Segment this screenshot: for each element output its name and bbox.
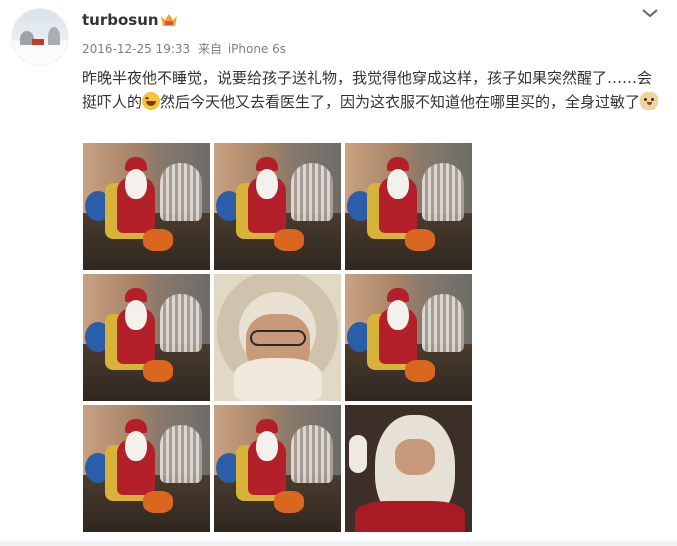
photo-thumbnail[interactable] <box>83 143 210 270</box>
post-text-part2: 然后今天他又去看医生了，因为这衣服不知道他在哪里买的，全身过敏了 <box>160 93 641 111</box>
photo-thumbnail[interactable] <box>214 274 341 401</box>
chevron-down-icon[interactable] <box>638 4 662 22</box>
doge-emoji-icon <box>640 92 659 110</box>
photo-thumbnail[interactable] <box>214 143 341 270</box>
photo-thumbnail[interactable] <box>83 405 210 532</box>
photo-thumbnail[interactable] <box>214 405 341 532</box>
source-device[interactable]: iPhone 6s <box>228 42 286 56</box>
photo-grid <box>83 143 472 533</box>
laugh-cry-emoji-icon <box>142 92 161 110</box>
post-text: 昨晚半夜他不睡觉，说要给孩子送礼物，我觉得他穿成这样，孩子如果突然醒了……会挺吓… <box>82 66 662 114</box>
avatar-tree <box>48 27 60 47</box>
avatar-house <box>32 39 44 45</box>
card-bottom-divider <box>0 541 677 546</box>
source-label: 来自 <box>197 42 222 56</box>
photo-thumbnail[interactable] <box>345 274 472 401</box>
username-link[interactable]: turbosun <box>82 11 159 29</box>
weibo-post-card: turbosun 2016-12-25 19:33 来自 iPhone 6s 昨… <box>0 0 677 546</box>
photo-thumbnail[interactable] <box>345 143 472 270</box>
avatar-snow <box>12 45 68 65</box>
user-avatar[interactable] <box>12 9 68 65</box>
photo-thumbnail[interactable] <box>83 274 210 401</box>
post-timestamp[interactable]: 2016-12-25 19:33 <box>82 42 190 56</box>
vip-crown-icon[interactable] <box>160 12 178 28</box>
photo-thumbnail[interactable] <box>345 405 472 532</box>
post-meta: 2016-12-25 19:33 来自 iPhone 6s <box>82 40 286 57</box>
